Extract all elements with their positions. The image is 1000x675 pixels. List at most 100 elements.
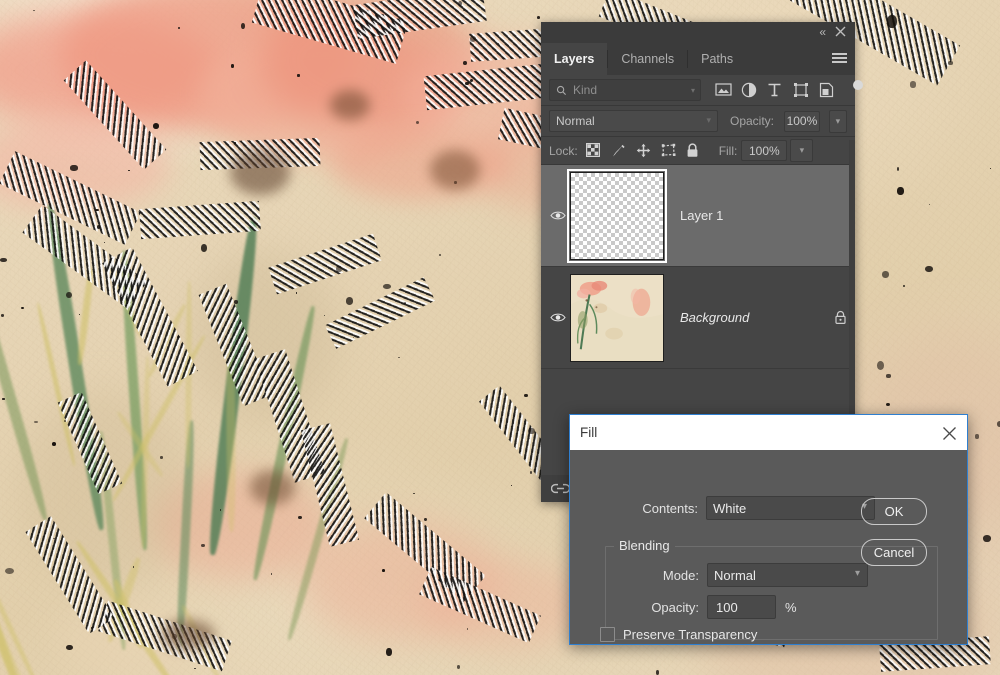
artwork-element	[200, 544, 205, 548]
artwork-element	[63, 420, 67, 422]
blending-group-title: Blending	[614, 538, 675, 553]
blend-mode-select[interactable]: Normal ▾	[549, 110, 718, 132]
artwork-element	[219, 509, 222, 511]
fill-label: Fill:	[718, 143, 738, 158]
panel-titlebar: «	[541, 22, 855, 43]
layer-list-scrollbar[interactable]	[849, 140, 855, 422]
close-panel-icon[interactable]	[835, 26, 846, 37]
artwork-element	[104, 242, 106, 243]
transparency-checkerboard	[571, 172, 663, 259]
artwork-element	[297, 74, 300, 77]
contents-select[interactable]: White ▾	[706, 496, 875, 520]
artwork-element	[336, 266, 342, 273]
filter-kind-select[interactable]: Kind ▾	[549, 79, 701, 101]
layer-filter-row: Kind ▾	[541, 75, 863, 106]
chevron-down-icon: ▾	[706, 115, 711, 125]
contents-label: Contents:	[642, 500, 698, 516]
mode-select[interactable]: Normal ▾	[707, 563, 868, 587]
chevron-down-icon: ▾	[854, 568, 860, 579]
artwork-element	[975, 434, 980, 439]
artwork-element	[948, 61, 954, 65]
tab-layers[interactable]: Layers	[541, 43, 608, 75]
layer-name[interactable]: Background	[664, 310, 825, 325]
background-layer-preview	[571, 274, 663, 361]
artwork-element	[160, 456, 163, 459]
artwork-element	[381, 569, 385, 573]
lock-icon	[834, 310, 846, 325]
preserve-transparency-checkbox[interactable]	[600, 627, 615, 642]
dialog-title: Fill	[580, 425, 598, 440]
fill-input[interactable]: 100%	[741, 140, 788, 161]
filter-type-icons	[715, 82, 836, 99]
adjustment-layer-filter-icon[interactable]	[741, 82, 758, 99]
artwork-element	[386, 648, 392, 657]
artwork-element	[982, 534, 992, 542]
layer-thumbnail[interactable]	[570, 273, 664, 362]
artwork-element	[234, 142, 236, 145]
artwork-element	[91, 627, 93, 630]
chevron-down-icon: ▾	[690, 85, 695, 95]
type-layer-filter-icon[interactable]	[767, 82, 784, 99]
layer-name[interactable]: Layer 1	[664, 208, 825, 223]
artwork-element	[392, 28, 395, 32]
artwork-element	[456, 664, 461, 669]
lock-icons	[585, 143, 701, 158]
link-layers-icon[interactable]	[551, 483, 570, 494]
table-row[interactable]: Layer 1	[541, 165, 855, 267]
preserve-transparency-label: Preserve Transparency	[623, 627, 758, 642]
fill-stepper[interactable]: ▾	[790, 139, 814, 162]
artwork-element	[910, 81, 917, 88]
tab-channels[interactable]: Channels	[608, 43, 687, 75]
table-row[interactable]: Background	[541, 267, 855, 369]
tab-channels-label: Channels	[621, 52, 675, 66]
search-icon	[556, 85, 567, 95]
close-icon[interactable]	[940, 424, 958, 442]
contents-value: White	[713, 500, 747, 516]
artwork-element	[160, 620, 215, 650]
shape-layer-filter-icon[interactable]	[793, 82, 810, 99]
artwork-element	[1, 313, 5, 317]
lock-position-icon[interactable]	[636, 143, 651, 158]
lock-artboard-nesting-icon[interactable]	[661, 143, 676, 158]
artwork-element	[885, 374, 891, 378]
percent-label: %	[785, 599, 797, 615]
artwork-element	[887, 15, 898, 29]
preserve-transparency-row[interactable]: Preserve Transparency	[600, 627, 757, 642]
opacity-row: Opacity: 100 %	[606, 595, 797, 619]
lock-all-icon[interactable]	[686, 143, 701, 158]
artwork-element	[430, 150, 480, 190]
blend-mode-row: Normal ▾ Opacity: 100% ▾	[541, 106, 855, 137]
opacity-input[interactable]: 100	[707, 595, 776, 619]
opacity-stepper[interactable]: ▾	[828, 109, 847, 133]
layer-visibility-toggle[interactable]	[546, 312, 570, 323]
layer-visibility-toggle[interactable]	[546, 210, 570, 221]
layer-thumbnail[interactable]	[567, 168, 667, 263]
opacity-input[interactable]: 100%	[784, 110, 820, 132]
mode-row: Mode: Normal ▾	[606, 563, 868, 587]
contents-row: Contents: White ▾	[570, 496, 875, 520]
artwork-element	[2, 398, 5, 400]
collapse-panel-icon[interactable]: «	[819, 26, 826, 38]
artwork-element	[65, 291, 72, 299]
panel-menu-icon[interactable]	[832, 53, 847, 64]
tab-paths[interactable]: Paths	[688, 43, 746, 75]
pixel-layer-filter-icon[interactable]	[715, 82, 732, 99]
opacity-label: Opacity:	[730, 114, 775, 128]
artwork-element	[70, 165, 78, 171]
artwork-element	[897, 187, 904, 195]
cancel-button[interactable]: Cancel	[861, 539, 927, 566]
lock-transparent-pixels-icon[interactable]	[585, 143, 601, 158]
opacity-label: Opacity:	[651, 599, 699, 615]
panel-tabs: Layers Channels Paths	[541, 43, 855, 75]
artwork-element	[439, 253, 441, 256]
lock-label: Lock:	[549, 143, 578, 158]
artwork-element	[457, 0, 462, 7]
dialog-titlebar: Fill	[570, 415, 967, 450]
blend-mode-value: Normal	[556, 114, 595, 128]
smart-object-filter-icon[interactable]	[819, 82, 836, 99]
ok-button[interactable]: OK	[861, 498, 927, 525]
artwork-element	[194, 667, 196, 670]
lock-image-pixels-icon[interactable]	[611, 143, 626, 158]
artwork-element	[230, 150, 290, 195]
artwork-element	[462, 8, 466, 11]
